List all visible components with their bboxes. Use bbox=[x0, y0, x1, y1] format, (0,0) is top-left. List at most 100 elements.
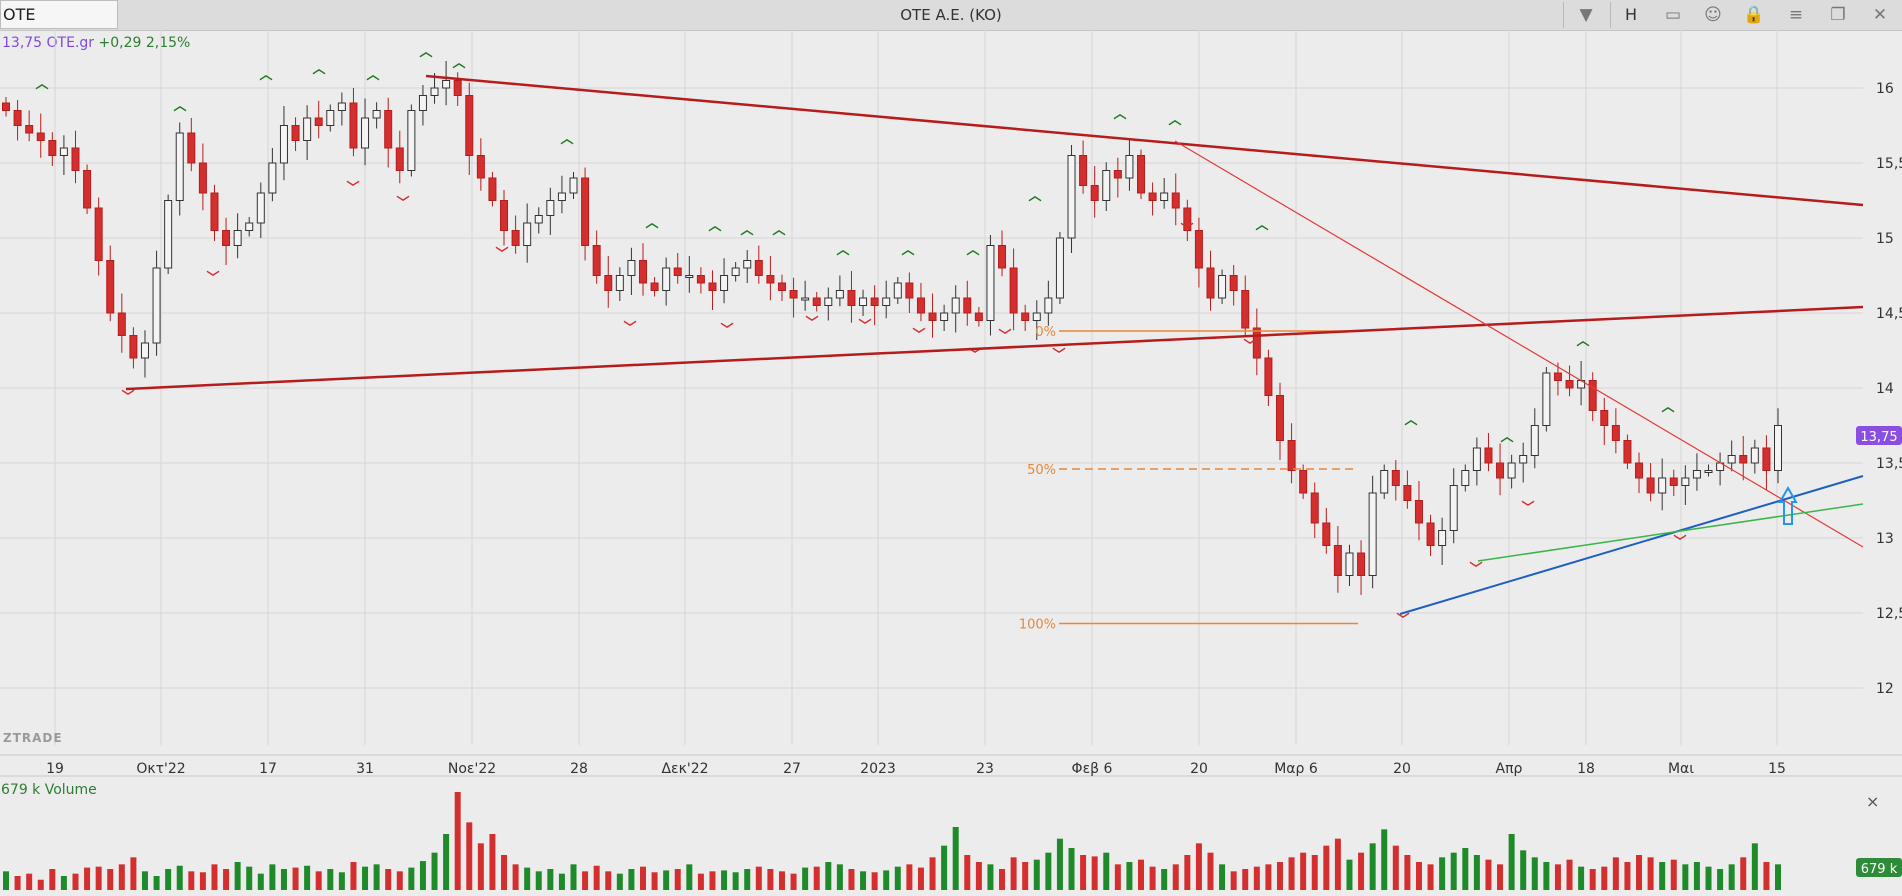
volume-bar bbox=[871, 872, 878, 890]
volume-bar bbox=[1172, 864, 1179, 890]
volume-bar bbox=[1195, 843, 1202, 890]
candle bbox=[1704, 470, 1713, 473]
volume-bar bbox=[582, 871, 589, 890]
fib-label: 100% bbox=[1019, 618, 1056, 633]
candle bbox=[1669, 477, 1678, 486]
volume-bar bbox=[1636, 855, 1643, 890]
candle bbox=[1414, 500, 1423, 524]
volume-bar bbox=[1485, 859, 1492, 890]
volume-bar bbox=[524, 867, 531, 890]
candle bbox=[1032, 312, 1041, 321]
volume-bar bbox=[686, 864, 693, 890]
x-tick-label: Μαρ 6 bbox=[1274, 761, 1318, 777]
candle bbox=[1472, 447, 1481, 471]
price-chart[interactable]: 16 15,5 15 14,5 14 13,5 13 12,5 12 19 Οκτ'22 17 31 Νο… bbox=[0, 0, 1902, 896]
fractal-up-icon: ︿ bbox=[1255, 218, 1268, 233]
candle bbox=[140, 342, 149, 359]
volume-bar bbox=[1589, 869, 1596, 890]
candle bbox=[905, 282, 914, 299]
candle bbox=[1055, 237, 1064, 299]
fractal-up-icon: ︿ bbox=[1028, 189, 1041, 204]
green-uptrend-line[interactable] bbox=[1477, 503, 1864, 562]
fractal-down-icon: ﹀ bbox=[720, 322, 733, 338]
candle bbox=[766, 275, 775, 284]
volume-bar bbox=[813, 866, 820, 890]
y-tick-label: 13 bbox=[1876, 531, 1894, 547]
volume-bar bbox=[350, 862, 357, 890]
fractal-down-icon: ﹀ bbox=[346, 180, 359, 196]
candle bbox=[685, 275, 694, 278]
volume-bar bbox=[257, 873, 264, 890]
candle bbox=[314, 117, 323, 126]
candle bbox=[1530, 425, 1539, 456]
candle bbox=[1646, 477, 1655, 494]
fractal-down-icon: ﹀ bbox=[121, 389, 134, 405]
candle bbox=[1264, 357, 1273, 396]
volume-bar bbox=[1427, 864, 1434, 890]
candle bbox=[882, 297, 891, 306]
volume-bar bbox=[836, 864, 843, 890]
volume-bar bbox=[1670, 859, 1677, 890]
volume-bar bbox=[84, 867, 91, 890]
candle bbox=[233, 230, 242, 246]
candle bbox=[592, 245, 601, 276]
candle bbox=[1171, 192, 1180, 209]
volume-bar bbox=[95, 866, 102, 890]
fractal-up-icon: ︿ bbox=[1576, 334, 1589, 349]
candle bbox=[1461, 470, 1470, 486]
candle bbox=[1310, 492, 1319, 524]
volume-bar bbox=[304, 865, 311, 890]
candle bbox=[1241, 290, 1250, 329]
candle bbox=[395, 147, 404, 171]
volume-bar bbox=[1126, 862, 1133, 890]
candle bbox=[210, 192, 219, 231]
volume-bar bbox=[929, 857, 936, 890]
volume-bar bbox=[1288, 857, 1295, 890]
support-trendline[interactable] bbox=[125, 305, 1864, 391]
candle bbox=[1588, 380, 1597, 411]
fractal-down-icon: ﹀ bbox=[912, 327, 925, 343]
candle bbox=[164, 200, 173, 269]
candle bbox=[1484, 447, 1493, 464]
volume-bar bbox=[1276, 862, 1283, 890]
fib-label: 0% bbox=[1035, 325, 1056, 340]
fractal-up-icon: ︿ bbox=[452, 56, 465, 71]
y-tick-label: 15,5 bbox=[1876, 156, 1902, 172]
volume-bar bbox=[1103, 852, 1110, 890]
descending-trendline[interactable] bbox=[1174, 140, 1864, 548]
volume-bar bbox=[1728, 864, 1735, 890]
candle bbox=[940, 312, 949, 321]
x-tick-label: 27 bbox=[783, 761, 801, 777]
candle bbox=[1403, 485, 1412, 501]
fractal-up-icon: ︿ bbox=[772, 223, 785, 238]
x-tick-label: 17 bbox=[259, 761, 277, 777]
volume-bar bbox=[616, 873, 623, 890]
volume-bar bbox=[941, 845, 948, 890]
candle bbox=[963, 297, 972, 314]
volume-bar bbox=[362, 866, 369, 890]
volume-close-icon[interactable]: × bbox=[1866, 792, 1879, 811]
candle bbox=[1044, 297, 1053, 314]
x-tick-label: Νοε'22 bbox=[448, 761, 496, 777]
volume-bar bbox=[593, 865, 600, 890]
current-price-label: 13,75 bbox=[1860, 430, 1897, 445]
candle bbox=[1275, 395, 1284, 441]
x-tick-label: 23 bbox=[976, 761, 994, 777]
volume-bar bbox=[663, 870, 670, 890]
volume-bar bbox=[454, 792, 461, 890]
candle bbox=[673, 267, 682, 276]
candle bbox=[337, 102, 346, 111]
volume-bar bbox=[651, 872, 658, 890]
volume-bar bbox=[1369, 843, 1376, 890]
candle bbox=[1194, 230, 1203, 269]
fractal-up-icon: ︿ bbox=[966, 243, 979, 258]
candle bbox=[916, 297, 925, 314]
fractal-up-icon: ︿ bbox=[1168, 113, 1181, 128]
candle bbox=[1519, 455, 1528, 464]
candle bbox=[1496, 462, 1505, 479]
candle bbox=[1160, 192, 1169, 201]
candle bbox=[1113, 170, 1122, 179]
volume-bar bbox=[118, 864, 125, 890]
volume-bar bbox=[1531, 857, 1538, 890]
candle bbox=[418, 95, 427, 111]
